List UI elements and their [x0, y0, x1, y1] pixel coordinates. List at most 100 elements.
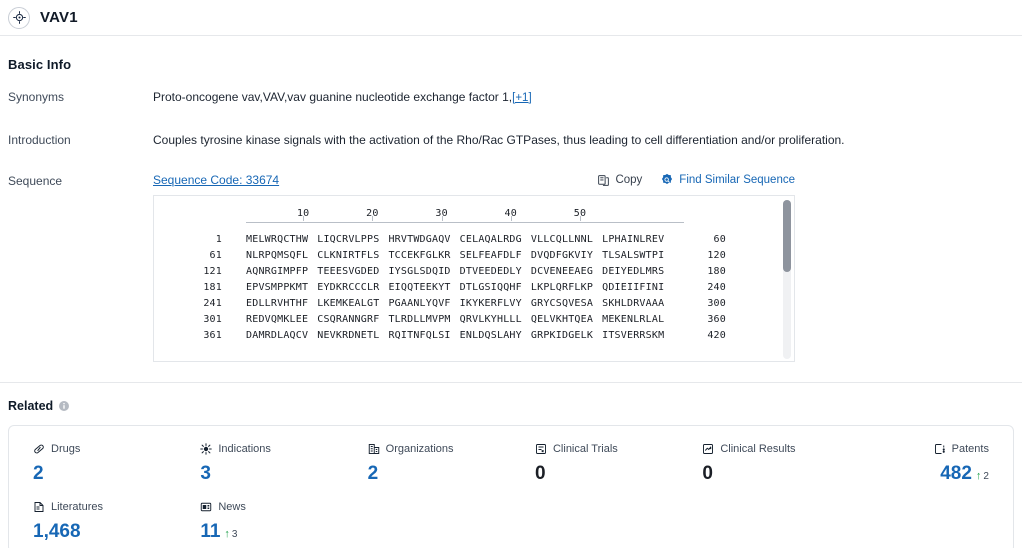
find-similar-label: Find Similar Sequence: [679, 174, 795, 186]
virus-icon: [200, 443, 213, 455]
sequence-line-end: 60: [713, 233, 726, 245]
info-icon[interactable]: [58, 400, 70, 412]
sequence-chunk: SKHLDRVAAA: [602, 297, 665, 309]
find-similar-sequence-button[interactable]: Find Similar Sequence: [660, 173, 795, 187]
sequence-chunk: NEVKRDNETL: [317, 329, 380, 341]
sequence-chunk: LPHAINLREV: [602, 233, 665, 245]
copy-button[interactable]: Copy: [597, 174, 642, 187]
stat-delta: ↑ 3: [224, 528, 238, 541]
copy-icon: [597, 174, 610, 187]
sequence-line-end: 420: [707, 329, 726, 341]
sequence-chunk: EPVSMPPKMT: [246, 281, 309, 293]
info-value-introduction: Couples tyrosine kinase signals with the…: [153, 133, 845, 147]
sequence-chunk: EDLLRVHTHF: [246, 297, 309, 309]
page-title: VAV1: [40, 9, 78, 26]
stat-label: Indications: [218, 443, 271, 455]
sequence-chunk: QELVKHTQEA: [530, 313, 594, 325]
sequence-chunk: GRPKIDGELK: [530, 329, 594, 341]
sequence-line-start: 361: [203, 329, 222, 341]
stat-label: Clinical Trials: [552, 443, 618, 455]
sequence-chunk: TLSALSWTPI: [602, 249, 665, 261]
basic-info-heading: Basic Info: [8, 57, 72, 72]
copy-label: Copy: [615, 174, 643, 186]
related-stats-card: Drugs 2 Indications 3 Organizations 2 Clinical…: [8, 425, 1014, 548]
sequence-chunk: IYSGLSDQID: [388, 265, 451, 277]
stat-value: 0: [702, 463, 713, 484]
stat-card-clinical-trials[interactable]: Clinical Trials 0: [511, 442, 678, 485]
stat-card-drugs[interactable]: Drugs 2: [9, 442, 176, 485]
stat-card-literatures[interactable]: Literatures 1,468: [9, 500, 176, 543]
sequence-chunk: QRVLKYHLLL: [459, 313, 522, 325]
sequence-chunk: CSQRANNGRF: [317, 313, 380, 325]
sequence-line-start: 121: [203, 265, 222, 277]
sequence-content: 10 20 30 40 50 1 MELWRQCTHW LIQCRVLPPS HRVTWDGA…: [154, 196, 794, 343]
sequence-chunk: NLRPQMSQFL: [246, 249, 309, 261]
stat-card-organizations[interactable]: Organizations 2: [344, 442, 511, 485]
stat-value: 2: [33, 463, 44, 484]
stat-header: Drugs: [33, 442, 176, 456]
sequence-chunk: TCCEKFGLKR: [388, 249, 451, 261]
sequence-line: 181 EPVSMPPKMT EYDKRCCCLR EIQQTEEKYT DTLGSIQ…: [154, 279, 794, 295]
sequence-chunk: MEKENLRLAL: [602, 313, 665, 325]
sequence-chunk: TLRDLLMVPM: [388, 313, 451, 325]
sequence-ruler-tick: [510, 216, 512, 221]
stat-value-row: 482 ↑ 2: [846, 463, 989, 485]
sequence-ruler-tick: [441, 216, 443, 221]
sequence-line-end: 120: [707, 249, 726, 261]
delta-up-arrow-icon: ↑: [224, 528, 230, 540]
sequence-line-start: 1: [215, 233, 222, 245]
stat-card-indications[interactable]: Indications 3: [176, 442, 343, 485]
sequence-chunk: LIQCRVLPPS: [317, 233, 380, 245]
sequence-line-residues: AQNRGIMPFP TEEESVGDED IYSGLSDQID DTVEEDEDLY…: [246, 266, 684, 277]
sequence-chunk: DTLGSIQQHF: [459, 281, 522, 293]
sequence-scrollbar[interactable]: [783, 200, 791, 359]
stat-label: Drugs: [51, 443, 81, 455]
stat-value: 1,468: [33, 521, 81, 542]
sequence-ruler-line: [246, 222, 684, 223]
stat-header: Clinical Trials: [535, 442, 678, 456]
sequence-line-start: 181: [203, 281, 222, 293]
stat-header: News: [200, 500, 343, 514]
sequence-chunk: EYDKRCCCLR: [317, 281, 380, 293]
target-icon: [8, 6, 30, 29]
delta-value: 3: [231, 529, 238, 540]
sequence-scrollbar-thumb[interactable]: [783, 200, 791, 272]
stat-card-patents[interactable]: Patents 482 ↑ 2: [846, 442, 1013, 485]
stat-header: Organizations: [368, 442, 511, 456]
synonyms-more-link[interactable]: [+1]: [512, 92, 532, 104]
building-icon: [368, 443, 380, 455]
sequence-line-residues: EDLLRVHTHF LKEMKEALGT PGAANLYQVF IKYKERFLVY…: [246, 298, 684, 309]
results-icon: [702, 443, 714, 455]
stat-header: Literatures: [33, 500, 176, 514]
sequence-chunk: DEIYEDLMRS: [602, 265, 665, 277]
related-stats-grid: Drugs 2 Indications 3 Organizations 2 Clinical…: [9, 442, 1013, 543]
find-similar-icon: [660, 173, 674, 187]
sequence-chunk: TEEESVGDED: [317, 265, 380, 277]
sequence-toolbar: Sequence Code: 33674 Copy Find Similar S…: [153, 173, 795, 187]
sequence-chunk: CELAQALRDG: [459, 233, 522, 245]
stat-delta: ↑ 2: [976, 471, 989, 483]
sequence-line: 361 DAMRDLAQCV NEVKRDNETL RQITNFQLSI ENLDQSL…: [154, 327, 794, 343]
sequence-code-link[interactable]: Sequence Code: 33674: [153, 173, 279, 187]
stat-value: 11: [200, 521, 221, 542]
stat-value-row: 1,468: [33, 521, 176, 543]
sequence-viewer[interactable]: 10 20 30 40 50 1 MELWRQCTHW LIQCRVLPPS HRVTWDGA…: [153, 195, 795, 362]
sequence-line-residues: EPVSMPPKMT EYDKRCCCLR EIQQTEEKYT DTLGSIQQHF…: [246, 282, 684, 293]
sequence-chunk: IKYKERFLVY: [459, 297, 522, 309]
info-row-introduction: Introduction Couples tyrosine kinase sig…: [8, 132, 1014, 148]
sequence-chunk: SELFEAFDLF: [459, 249, 522, 261]
sequence-chunk: ITSVERRSKM: [602, 329, 665, 341]
stat-card-clinical-results[interactable]: Clinical Results 0: [678, 442, 845, 485]
stat-label: News: [218, 501, 246, 513]
delta-value: 2: [983, 471, 989, 482]
stat-value-row: 11 ↑ 3: [200, 521, 343, 543]
book-icon: [33, 501, 45, 513]
stat-header: Patents: [846, 442, 989, 456]
info-label-sequence: Sequence: [8, 174, 63, 188]
patent-icon: [934, 443, 946, 455]
stat-card-news[interactable]: News 11 ↑ 3: [176, 500, 343, 543]
stat-label: Clinical Results: [720, 443, 796, 455]
info-label-introduction: Introduction: [8, 133, 71, 147]
sequence-ruler-numbers: 10 20 30 40 50: [246, 208, 684, 221]
news-icon: [200, 501, 212, 513]
